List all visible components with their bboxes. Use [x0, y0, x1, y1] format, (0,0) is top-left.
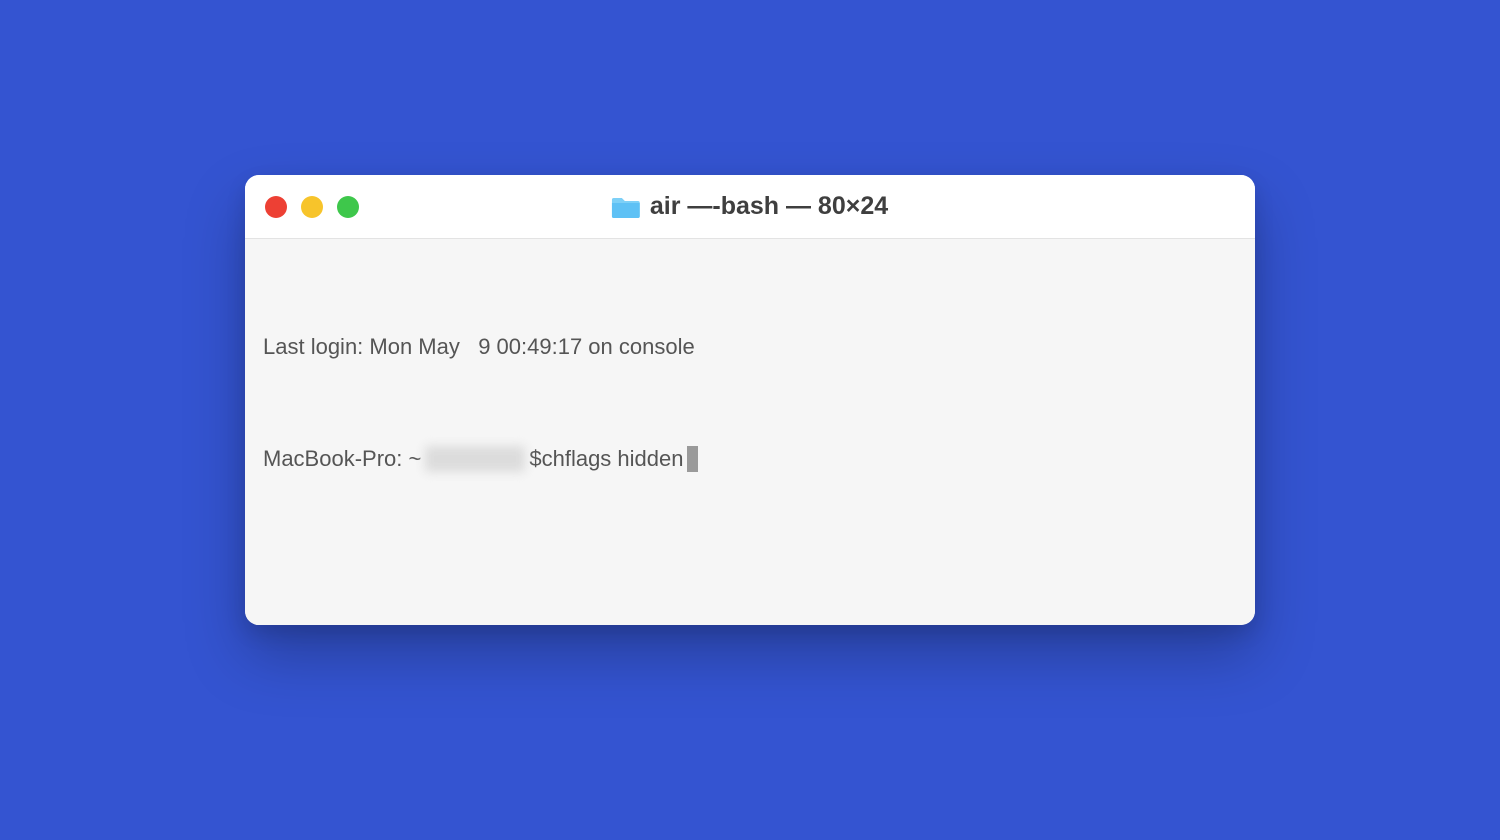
prompt-host: MacBook-Pro: ~ — [263, 440, 421, 477]
minimize-button[interactable] — [301, 196, 323, 218]
traffic-lights — [265, 196, 359, 218]
folder-icon — [612, 196, 640, 218]
window-title: air —-bash — 80×24 — [650, 192, 888, 221]
window-title-group: air —-bash — 80×24 — [612, 192, 888, 221]
blurred-username — [425, 446, 525, 472]
command-text: chflags hidden — [542, 440, 684, 477]
prompt-line: MacBook-Pro: ~ $ chflags hidden — [263, 440, 1237, 477]
cursor-icon — [687, 446, 698, 472]
maximize-button[interactable] — [337, 196, 359, 218]
prompt-symbol: $ — [529, 440, 541, 477]
last-login-line: Last login: Mon May 9 00:49:17 on consol… — [263, 328, 1237, 365]
close-button[interactable] — [265, 196, 287, 218]
terminal-body[interactable]: Last login: Mon May 9 00:49:17 on consol… — [245, 239, 1255, 625]
title-bar[interactable]: air —-bash — 80×24 — [245, 175, 1255, 239]
terminal-window: air —-bash — 80×24 Last login: Mon May 9… — [245, 175, 1255, 625]
